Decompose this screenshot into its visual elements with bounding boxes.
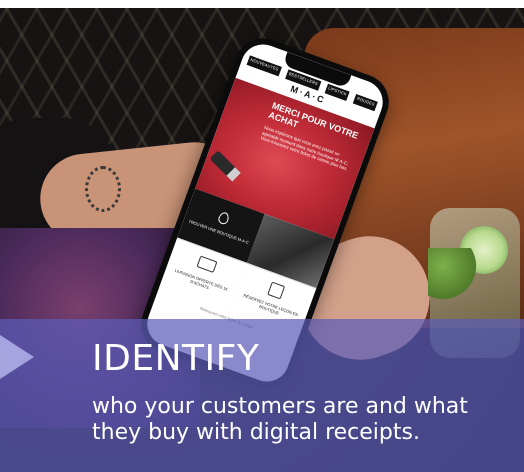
headline: IDENTIFY	[92, 338, 260, 379]
location-pin-icon	[216, 210, 231, 226]
shopping-bag-icon	[267, 281, 286, 300]
promo-card: NOUVEAUTÉS BESTSELLERS LIPSTICK ROUGES M…	[0, 0, 524, 472]
arrow-icon	[0, 335, 34, 379]
tile-label: LIVRAISON OFFERTE DÈS 1€ D'ACHATS	[174, 267, 229, 292]
bracelet	[85, 166, 121, 212]
herb-garnish	[428, 248, 478, 308]
subline: who your customers are and what they buy…	[92, 394, 468, 445]
truck-icon	[196, 255, 218, 273]
lipstick-image	[209, 150, 247, 188]
